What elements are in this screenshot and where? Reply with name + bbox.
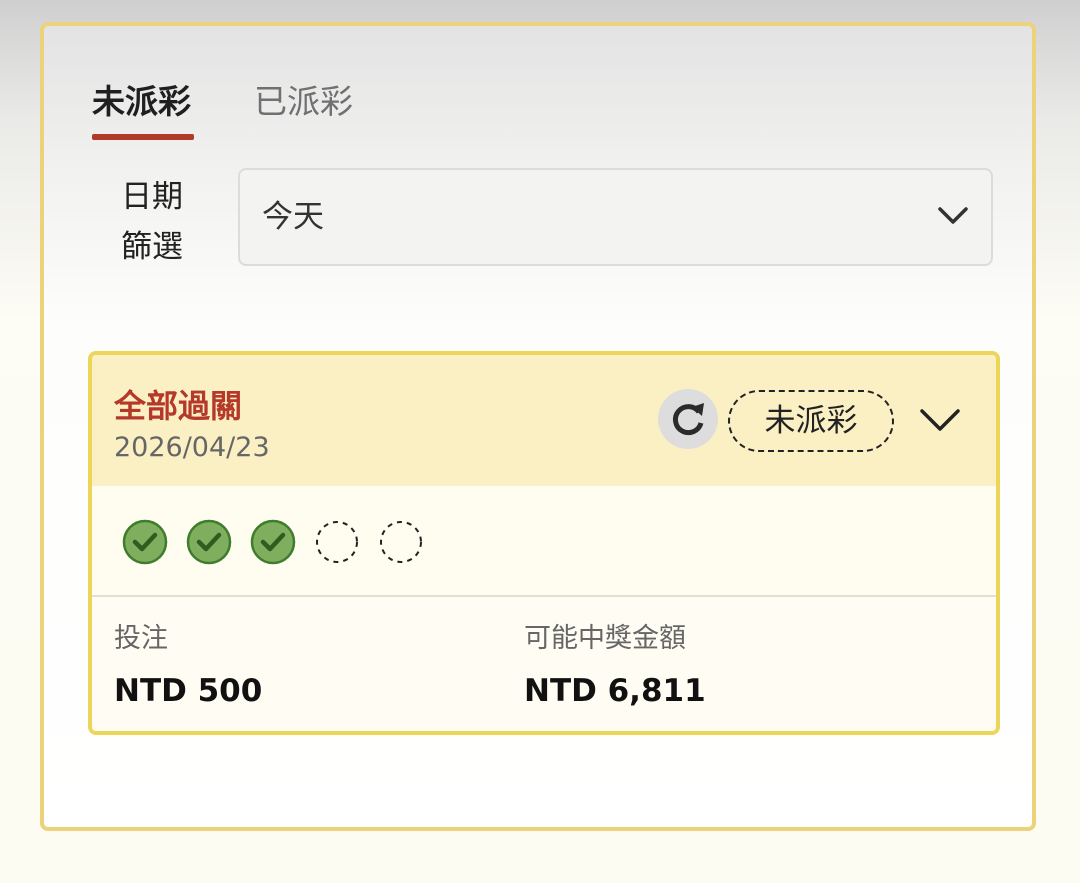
date-filter-label-line2: 篩選 bbox=[121, 229, 183, 265]
potential-payout-label: 可能中獎金額 bbox=[524, 623, 686, 654]
tab-settled[interactable]: 已派彩 bbox=[254, 78, 353, 126]
expand-chevron-icon[interactable] bbox=[918, 405, 962, 435]
dashed-circle-icon bbox=[380, 521, 422, 563]
bet-legs-row bbox=[92, 486, 996, 597]
chevron-down-icon bbox=[938, 207, 968, 224]
bet-type-title: 全部過關 bbox=[114, 387, 243, 425]
refresh-icon bbox=[672, 403, 704, 436]
bet-card-header[interactable]: 全部過關 2026/04/23 未派彩 bbox=[92, 355, 996, 486]
refresh-button[interactable] bbox=[658, 389, 718, 449]
date-filter-label-line1: 日期 bbox=[121, 179, 183, 215]
bet-stats: 投注 NTD 500 可能中獎金額 NTD 6,811 bbox=[92, 597, 996, 731]
check-circle-icon bbox=[186, 519, 232, 565]
bet-card[interactable]: 全部過關 2026/04/23 未派彩 投注 NTD 500 可能中獎金額 NT… bbox=[88, 351, 1000, 735]
tab-unsettled[interactable]: 未派彩 bbox=[92, 78, 191, 126]
dashed-circle-icon bbox=[316, 521, 358, 563]
date-filter-value: 今天 bbox=[262, 199, 324, 235]
active-tab-indicator bbox=[92, 134, 194, 140]
status-badge: 未派彩 bbox=[728, 390, 894, 452]
date-filter-label: 日期 篩選 bbox=[112, 172, 192, 272]
date-filter-select[interactable]: 今天 bbox=[238, 168, 993, 266]
stake-value: NTD 500 bbox=[114, 673, 263, 709]
check-circle-icon bbox=[250, 519, 296, 565]
potential-payout-value: NTD 6,811 bbox=[524, 673, 706, 709]
stake-label: 投注 bbox=[114, 623, 168, 654]
bet-history-panel: 未派彩 已派彩 日期 篩選 今天 全部過關 2026/04/23 未派彩 投注 … bbox=[40, 22, 1036, 831]
check-circle-icon bbox=[122, 519, 168, 565]
bet-date: 2026/04/23 bbox=[114, 432, 270, 463]
